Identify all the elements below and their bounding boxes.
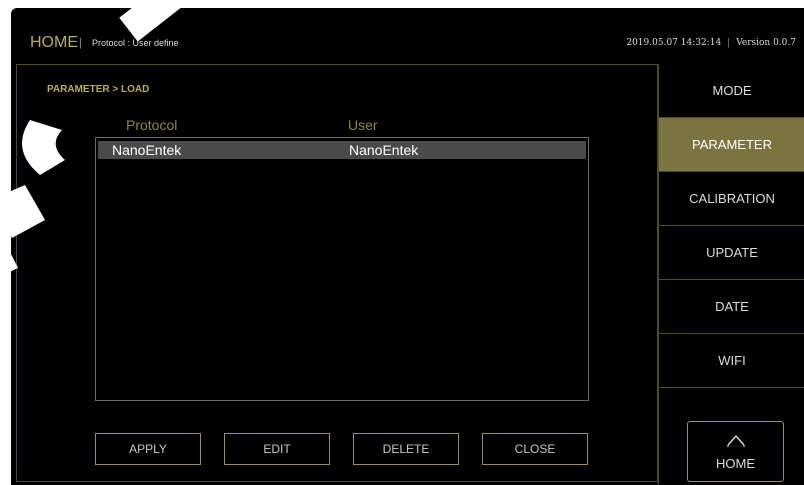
- datetime-label: 2019.05.07 14:32:14: [626, 38, 722, 48]
- device-screen: HOME | Protocol : User define 2019.05.07…: [11, 8, 804, 485]
- sidebar: MODE PARAMETER CALIBRATION UPDATE DATE W…: [658, 64, 804, 485]
- breadcrumb: PARAMETER > LOAD: [47, 84, 150, 95]
- list-row[interactable]: NanoEntek NanoEntek: [98, 141, 586, 159]
- home-button[interactable]: HOME: [687, 421, 784, 482]
- main-panel: PARAMETER > LOAD Protocol User NanoEntek…: [16, 64, 658, 482]
- sidebar-item-update[interactable]: UPDATE: [659, 226, 804, 280]
- header-separator: |: [79, 37, 82, 49]
- sidebar-item-parameter[interactable]: PARAMETER: [659, 118, 804, 172]
- column-header-user: User: [348, 117, 378, 133]
- sidebar-item-calibration[interactable]: CALIBRATION: [659, 172, 804, 226]
- column-header-protocol: Protocol: [126, 117, 178, 133]
- home-button-label: HOME: [716, 456, 755, 471]
- apply-button[interactable]: APPLY: [95, 433, 201, 465]
- protocol-list[interactable]: NanoEntek NanoEntek: [95, 137, 589, 401]
- status-info: 2019.05.07 14:32:14 | Version 0.0.7: [626, 38, 796, 48]
- row-protocol: NanoEntek: [112, 142, 182, 158]
- delete-button[interactable]: DELETE: [353, 433, 459, 465]
- header: HOME | Protocol : User define 2019.05.07…: [11, 8, 804, 64]
- sidebar-item-date[interactable]: DATE: [659, 280, 804, 334]
- edit-button[interactable]: EDIT: [224, 433, 330, 465]
- row-user: NanoEntek: [349, 142, 419, 158]
- sidebar-item-mode[interactable]: MODE: [659, 64, 804, 118]
- home-icon: [727, 434, 745, 447]
- version-label: Version 0.0.7: [736, 38, 796, 48]
- sidebar-item-wifi[interactable]: WIFI: [659, 334, 804, 388]
- status-separator: |: [727, 38, 731, 48]
- protocol-label: Protocol : User define: [92, 38, 179, 48]
- close-button[interactable]: CLOSE: [482, 433, 588, 465]
- header-home-link[interactable]: HOME: [30, 34, 78, 52]
